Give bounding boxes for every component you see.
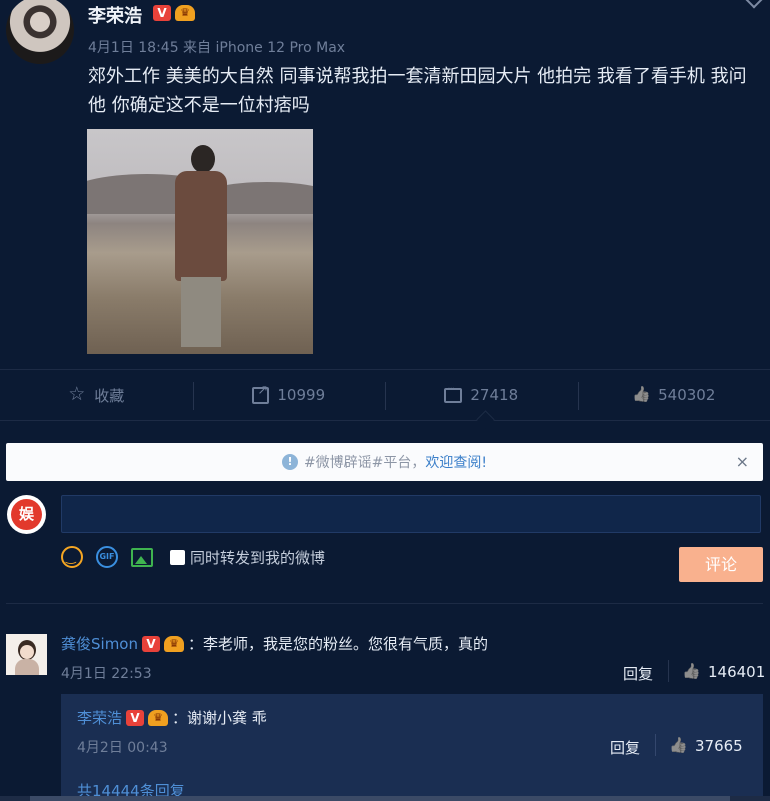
- like-button[interactable]: 540302: [577, 370, 770, 420]
- sub-reply-line: 李荣浩 V ♛ ：谢谢小龚 乖: [77, 707, 267, 728]
- emoji-icon[interactable]: [61, 546, 83, 568]
- separator: [655, 734, 656, 756]
- repost-count: 10999: [277, 386, 326, 404]
- verified-icon: V: [142, 635, 160, 652]
- crown-icon: ♛: [164, 635, 184, 652]
- avatar-logo-text: 娱: [11, 499, 42, 530]
- post-text: 郊外工作 美美的大自然 同事说帮我拍一套清新田园大片 他拍完 我看了看手机 我问…: [88, 66, 747, 116]
- crown-icon: ♛: [175, 5, 195, 21]
- crown-icon: ♛: [148, 709, 169, 726]
- repost-label: 同时转发到我的微博: [190, 548, 326, 567]
- separator: [668, 660, 669, 682]
- like-count: 540302: [658, 386, 716, 404]
- notice-banner: ! #微博辟谣#平台， 欢迎查阅! ×: [6, 443, 763, 481]
- sub-reply-button[interactable]: 回复: [610, 737, 640, 758]
- sub-reply-date: 4月2日 00:43: [77, 740, 168, 756]
- comment-text: ：李老师，我是您的粉丝。您很有气质，真的: [188, 635, 489, 653]
- author-name[interactable]: 李荣浩: [88, 2, 142, 28]
- gif-icon[interactable]: GIF: [96, 546, 118, 568]
- notice-link[interactable]: 欢迎查阅!: [425, 452, 487, 472]
- star-icon: [68, 383, 86, 405]
- author-badges: V ♛: [153, 5, 195, 21]
- sub-reply-text: ：谢谢小龚 乖: [172, 709, 267, 727]
- chevron-down-icon[interactable]: [745, 0, 763, 9]
- composer-tools: GIF 同时转发到我的微博: [61, 546, 325, 568]
- reply-button[interactable]: 回复: [623, 663, 653, 684]
- favorite-button[interactable]: 收藏: [0, 370, 193, 420]
- verified-icon: V: [126, 709, 145, 726]
- author-avatar[interactable]: [6, 0, 74, 64]
- thumbs-up-icon: [669, 737, 687, 755]
- my-avatar[interactable]: 娱: [7, 495, 46, 534]
- thumbs-up-icon: [632, 386, 650, 404]
- divider: [6, 603, 763, 604]
- info-icon: !: [281, 454, 298, 470]
- sub-reply-like-count: 37665: [695, 737, 743, 755]
- favorite-label: 收藏: [94, 386, 125, 405]
- comment-like-button[interactable]: 146401: [682, 663, 765, 681]
- repost-checkbox[interactable]: [170, 549, 185, 565]
- verified-icon: V: [153, 5, 171, 21]
- comment-line: 龚俊Simon V ♛ ：李老师，我是您的粉丝。您很有气质，真的: [61, 633, 488, 654]
- comment-like-count: 146401: [708, 663, 766, 681]
- comment-count: 27418: [470, 386, 519, 404]
- close-icon[interactable]: ×: [736, 452, 749, 471]
- sub-reply-user[interactable]: 李荣浩: [77, 707, 122, 728]
- image-icon[interactable]: [131, 547, 153, 567]
- comment-input[interactable]: [61, 495, 761, 533]
- sub-reply-like-button[interactable]: 37665: [669, 737, 743, 755]
- commenter-name[interactable]: 龚俊Simon: [61, 633, 138, 654]
- notice-text: #微博辟谣#平台，: [303, 455, 426, 471]
- repost-icon: [252, 383, 270, 404]
- commenter-avatar[interactable]: [6, 634, 47, 675]
- submit-comment-button[interactable]: 评论: [679, 547, 763, 582]
- post-meta: 4月1日 18:45 来自 iPhone 12 Pro Max: [88, 40, 346, 56]
- scrollbar-thumb[interactable]: [30, 796, 730, 801]
- action-bar: 收藏 10999 27418 540302: [0, 369, 770, 421]
- thumbs-up-icon: [682, 663, 700, 681]
- post-photo[interactable]: [87, 129, 313, 354]
- comment-button[interactable]: 27418: [385, 370, 578, 420]
- repost-button[interactable]: 10999: [192, 370, 386, 420]
- comment-date: 4月1日 22:53: [61, 666, 152, 682]
- comment-icon: [444, 384, 463, 403]
